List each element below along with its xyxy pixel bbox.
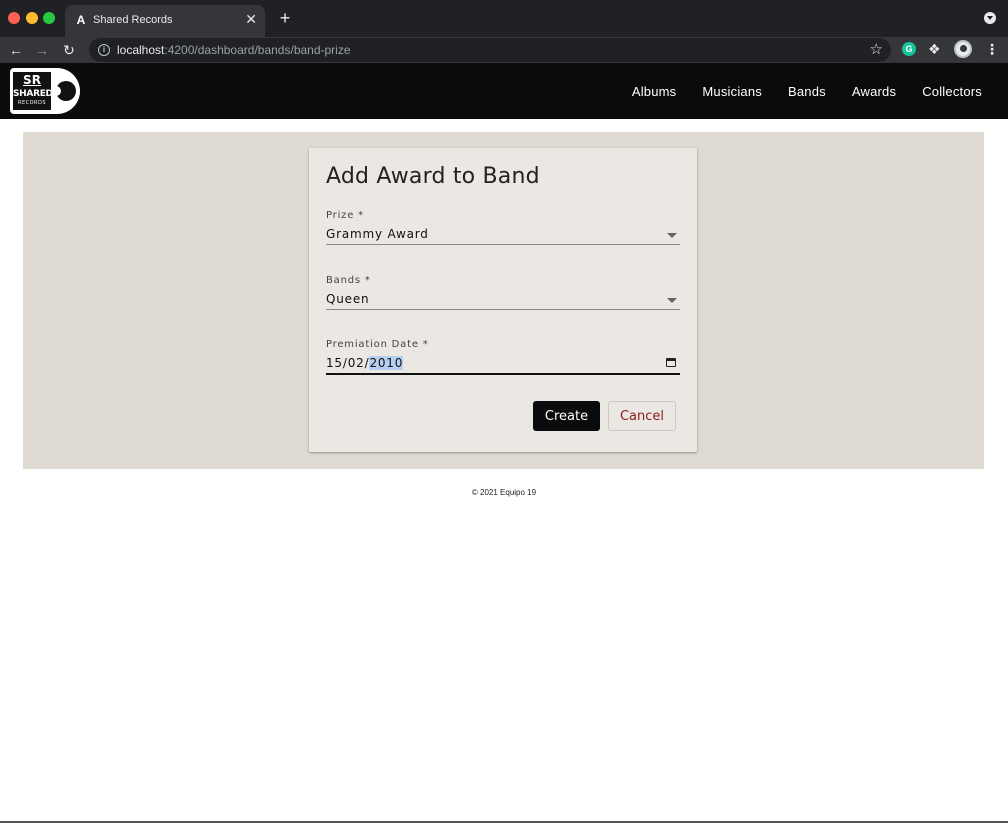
dropdown-arrow-icon[interactable]	[667, 298, 677, 303]
vinyl-disc-icon	[56, 81, 76, 101]
browser-menu-icon[interactable]: ⋮	[985, 40, 999, 58]
minimize-window-button[interactable]	[26, 12, 38, 24]
back-arrow-icon[interactable]: ←	[8, 41, 24, 59]
logo-text-shared: SHARED	[13, 89, 53, 99]
date-underline	[326, 373, 680, 375]
prize-value: Grammy Award	[326, 227, 429, 241]
logo-badge: SR SHARED RECORDS	[12, 71, 53, 111]
footer-copyright: © 2021 Equipo 19	[471, 488, 537, 497]
bands-label: Bands *	[326, 275, 371, 286]
prize-value-row[interactable]: Grammy Award	[326, 226, 680, 243]
shared-records-logo[interactable]: SR SHARED RECORDS	[10, 68, 80, 114]
bands-value: Queen	[326, 292, 370, 306]
date-value-prefix: 15/02/	[326, 356, 370, 370]
app-navbar: SR SHARED RECORDS Albums Musicians Bands…	[0, 63, 1008, 119]
date-label: Premiation Date *	[326, 339, 429, 350]
nav-awards[interactable]: Awards	[852, 84, 896, 99]
close-tab-icon[interactable]: ✕	[245, 11, 257, 27]
extensions-puzzle-icon[interactable]: ❖	[928, 40, 941, 58]
angular-favicon-icon: A	[76, 13, 86, 27]
browser-tab-strip: A Shared Records ✕ +	[0, 0, 1008, 37]
nav-links: Albums Musicians Bands Awards Collectors	[632, 63, 1008, 119]
url-text[interactable]: localhost:4200/dashboard/bands/band-priz…	[117, 43, 351, 57]
create-button[interactable]: Create	[533, 401, 600, 431]
prize-label: Prize *	[326, 210, 364, 221]
main-content: Add Award to Band Prize * Grammy Award B…	[23, 132, 984, 469]
nav-musicians[interactable]: Musicians	[702, 84, 762, 99]
tab-search-icon[interactable]	[984, 12, 996, 24]
address-bar[interactable]: i localhost:4200/dashboard/bands/band-pr…	[89, 38, 891, 62]
prize-underline	[326, 244, 680, 245]
prize-select[interactable]: Prize * Grammy Award	[326, 210, 680, 245]
reload-icon[interactable]: ↻	[61, 41, 77, 59]
browser-tab[interactable]: A Shared Records ✕	[65, 5, 265, 37]
date-year-selected[interactable]: 2010	[369, 356, 404, 370]
new-tab-button[interactable]: +	[277, 9, 293, 27]
logo-text-sr: SR	[23, 73, 41, 87]
window-bottom-edge	[0, 821, 1008, 823]
premiation-date-input[interactable]: Premiation Date * 15/02/2010	[326, 339, 680, 375]
forward-arrow-icon[interactable]: →	[34, 41, 50, 59]
nav-bands[interactable]: Bands	[788, 84, 826, 99]
dropdown-arrow-icon[interactable]	[667, 233, 677, 238]
card-title: Add Award to Band	[326, 164, 540, 189]
maximize-window-button[interactable]	[43, 12, 55, 24]
date-value-row[interactable]: 15/02/2010	[326, 355, 680, 372]
logo-text-records: RECORDS	[17, 100, 47, 106]
site-info-icon[interactable]: i	[98, 44, 110, 56]
tab-title: Shared Records	[93, 14, 173, 26]
bands-select[interactable]: Bands * Queen	[326, 275, 680, 310]
calendar-icon[interactable]	[666, 358, 676, 367]
nav-collectors[interactable]: Collectors	[922, 84, 982, 99]
nav-albums[interactable]: Albums	[632, 84, 677, 99]
cancel-button[interactable]: Cancel	[608, 401, 676, 431]
grammarly-extension-icon[interactable]: G	[902, 42, 916, 56]
bands-value-row[interactable]: Queen	[326, 291, 680, 308]
browser-toolbar: ← → ↻ i localhost:4200/dashboard/bands/b…	[0, 37, 1008, 63]
bookmark-star-icon[interactable]: ☆	[870, 41, 883, 59]
close-window-button[interactable]	[8, 12, 20, 24]
profile-avatar-icon[interactable]	[954, 40, 972, 58]
url-host: localhost	[117, 43, 165, 57]
add-award-card: Add Award to Band Prize * Grammy Award B…	[309, 148, 697, 452]
bands-underline	[326, 309, 680, 310]
url-path: :4200/dashboard/bands/band-prize	[164, 43, 351, 57]
